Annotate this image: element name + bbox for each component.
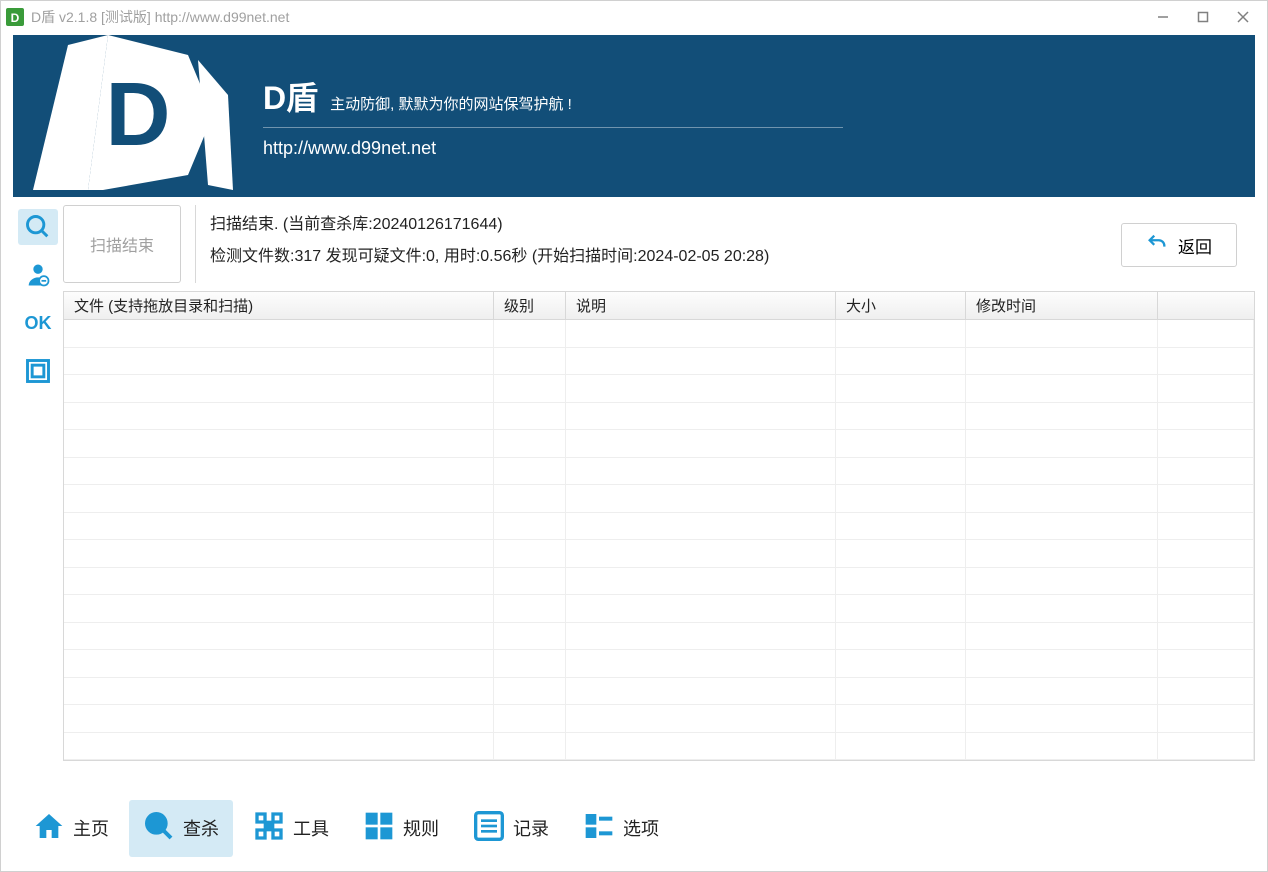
table-row	[64, 678, 1254, 706]
status-line-2: 检测文件数:317 发现可疑文件:0, 用时:0.56秒 (开始扫描时间:202…	[210, 241, 1111, 273]
col-mtime[interactable]: 修改时间	[966, 292, 1158, 319]
nav-label: 规则	[403, 815, 439, 841]
table-row	[64, 320, 1254, 348]
table-row	[64, 705, 1254, 733]
banner-url: http://www.d99net.net	[263, 127, 843, 159]
nav-label: 查杀	[183, 815, 219, 841]
close-button[interactable]	[1223, 3, 1263, 31]
col-desc[interactable]: 说明	[566, 292, 836, 319]
table-row	[64, 733, 1254, 761]
col-spacer	[1158, 292, 1254, 319]
col-size[interactable]: 大小	[836, 292, 966, 319]
nav-label: 工具	[293, 815, 329, 841]
content-pane: 扫描结束 扫描结束. (当前查杀库:20240126171644) 检测文件数:…	[63, 205, 1255, 793]
table-row	[64, 540, 1254, 568]
window-controls	[1143, 3, 1263, 31]
nav-rules[interactable]: 规则	[349, 800, 453, 857]
grid-icon	[363, 810, 395, 847]
banner-text: D盾 主动防御, 默默为你的网站保驾护航 ! http://www.d99net…	[243, 73, 843, 159]
nav-label: 主页	[73, 815, 109, 841]
table-body	[64, 320, 1254, 760]
status-block: 扫描结束. (当前查杀库:20240126171644) 检测文件数:317 发…	[210, 205, 1111, 273]
nav-label: 选项	[623, 815, 659, 841]
undo-icon	[1146, 232, 1168, 259]
home-icon	[33, 810, 65, 847]
vtool-search[interactable]	[18, 209, 58, 245]
vtool-square[interactable]	[18, 353, 58, 389]
table-row	[64, 623, 1254, 651]
svg-text:D: D	[106, 65, 171, 165]
nav-home[interactable]: 主页	[19, 800, 123, 857]
nav-options[interactable]: 选项	[569, 800, 673, 857]
table-row	[64, 513, 1254, 541]
table-row	[64, 458, 1254, 486]
table-row	[64, 568, 1254, 596]
maximize-button[interactable]	[1183, 3, 1223, 31]
table-header: 文件 (支持拖放目录和扫描) 级别 说明 大小 修改时间	[64, 292, 1254, 320]
banner-slogan: 主动防御, 默默为你的网站保驾护航 !	[330, 93, 572, 114]
vertical-toolbar: OK	[13, 205, 63, 793]
col-file[interactable]: 文件 (支持拖放目录和扫描)	[64, 292, 494, 319]
tools-icon	[253, 810, 285, 847]
table-row	[64, 375, 1254, 403]
minimize-button[interactable]	[1143, 3, 1183, 31]
banner-title: D盾	[263, 73, 318, 119]
banner-logo: D	[13, 35, 243, 197]
table-row	[64, 430, 1254, 458]
titlebar: D D盾 v2.1.8 [测试版] http://www.d99net.net	[1, 1, 1267, 33]
svg-text:D: D	[11, 11, 20, 25]
divider	[195, 205, 196, 283]
col-level[interactable]: 级别	[494, 292, 566, 319]
table-row	[64, 650, 1254, 678]
return-label: 返回	[1178, 233, 1212, 258]
scan-end-button[interactable]: 扫描结束	[63, 205, 181, 283]
vtool-ok[interactable]: OK	[18, 305, 58, 341]
table-row	[64, 348, 1254, 376]
nav-scan[interactable]: 查杀	[129, 800, 233, 857]
table-row	[64, 403, 1254, 431]
results-table: 文件 (支持拖放目录和扫描) 级别 说明 大小 修改时间	[63, 291, 1255, 761]
status-line-1: 扫描结束. (当前查杀库:20240126171644)	[210, 209, 1111, 241]
app-icon: D	[5, 7, 25, 27]
vtool-person[interactable]	[18, 257, 58, 293]
nav-log[interactable]: 记录	[459, 800, 563, 857]
table-row	[64, 595, 1254, 623]
options-icon	[583, 810, 615, 847]
return-button[interactable]: 返回	[1121, 223, 1237, 267]
table-row	[64, 485, 1254, 513]
nav-label: 记录	[513, 815, 549, 841]
bottom-nav: 主页 查杀 工具 规则 记录 选项	[1, 793, 1267, 863]
banner: D D盾 主动防御, 默默为你的网站保驾护航 ! http://www.d99n…	[13, 35, 1255, 197]
search-icon	[143, 810, 175, 847]
window-title: D盾 v2.1.8 [测试版] http://www.d99net.net	[31, 7, 1143, 27]
list-icon	[473, 810, 505, 847]
nav-tools[interactable]: 工具	[239, 800, 343, 857]
